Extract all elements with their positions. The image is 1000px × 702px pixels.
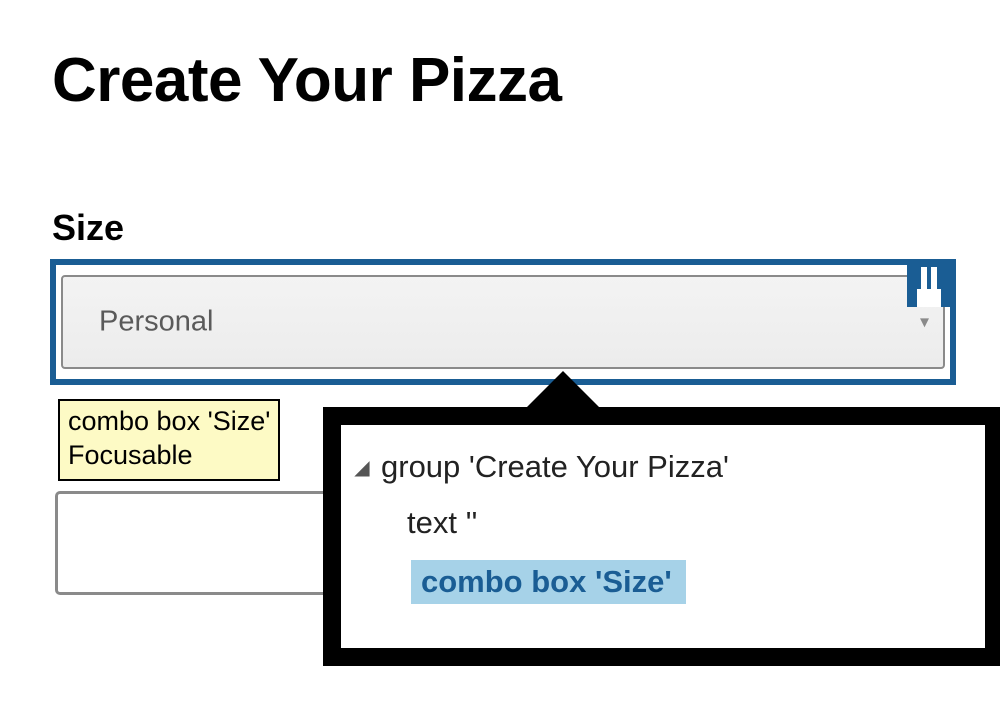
tree-twisty-icon[interactable]: ◢ bbox=[351, 455, 373, 480]
tree-row-group-label: group 'Create Your Pizza' bbox=[381, 449, 729, 485]
tooltip-line-1: combo box 'Size' bbox=[68, 405, 270, 439]
tooltip-line-2: Focusable bbox=[68, 439, 270, 473]
inspector-badge-icon bbox=[907, 263, 951, 307]
panel-pointer-icon bbox=[523, 371, 603, 411]
tree-row-text[interactable]: text '' bbox=[345, 495, 965, 551]
tree-row-selected[interactable]: combo box 'Size' bbox=[405, 551, 965, 613]
accessibility-tooltip: combo box 'Size' Focusable bbox=[58, 399, 280, 481]
size-combobox-value: Personal bbox=[99, 306, 213, 339]
page-title: Create Your Pizza bbox=[52, 45, 562, 116]
tree-row-selected-label: combo box 'Size' bbox=[411, 560, 686, 604]
size-label: Size bbox=[52, 207, 124, 249]
tree-row-group[interactable]: ◢ group 'Create Your Pizza' bbox=[345, 439, 965, 495]
size-combobox[interactable]: Personal ▾ bbox=[61, 275, 945, 369]
chevron-down-icon: ▾ bbox=[920, 312, 929, 333]
size-combobox-focus-ring: Personal ▾ bbox=[50, 259, 956, 385]
tree-row-text-label: text '' bbox=[407, 505, 477, 541]
accessibility-tree-panel: ◢ group 'Create Your Pizza' text '' comb… bbox=[323, 407, 1000, 666]
